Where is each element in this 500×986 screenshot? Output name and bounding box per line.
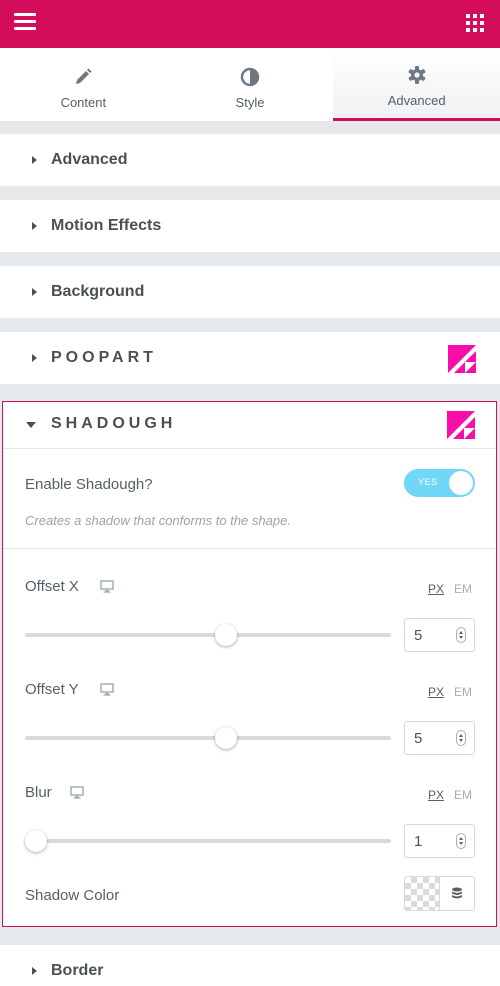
unit-em[interactable]: EM bbox=[454, 582, 472, 596]
tab-content-label: Content bbox=[60, 95, 107, 110]
section-title: POOPART bbox=[51, 349, 157, 366]
offset-y-label: Offset Y bbox=[25, 681, 79, 698]
section-title: SHADOUGH bbox=[51, 415, 177, 432]
section-background: Background bbox=[0, 266, 500, 318]
tab-advanced[interactable]: Advanced bbox=[333, 48, 500, 121]
shadow-color-control bbox=[404, 876, 475, 911]
desktop-responsive-icon[interactable] bbox=[100, 580, 114, 593]
unit-px[interactable]: PX bbox=[428, 685, 444, 699]
section-poopart-header[interactable]: POOPART bbox=[0, 332, 500, 384]
pencil-icon bbox=[76, 68, 92, 84]
section-advanced: Advanced bbox=[0, 134, 500, 186]
unit-px[interactable]: PX bbox=[428, 788, 444, 802]
offset-x-label: Offset X bbox=[25, 578, 79, 595]
widgets-grid-icon[interactable] bbox=[466, 14, 484, 32]
blur-slider[interactable] bbox=[25, 828, 391, 854]
slider-track bbox=[25, 633, 391, 637]
enable-shadough-toggle[interactable]: YES bbox=[404, 469, 475, 497]
section-motion-effects-header[interactable]: Motion Effects bbox=[0, 200, 500, 252]
divider bbox=[3, 548, 496, 549]
editor-top-bar bbox=[0, 0, 500, 48]
slider-handle[interactable] bbox=[25, 830, 47, 852]
caret-right-icon bbox=[32, 222, 37, 230]
caret-right-icon bbox=[32, 354, 37, 362]
half-circle-icon bbox=[240, 67, 260, 87]
desktop-responsive-icon[interactable] bbox=[70, 786, 84, 799]
section-border-header[interactable]: Border bbox=[0, 945, 500, 986]
color-picker-swatch[interactable] bbox=[405, 877, 440, 910]
slider-handle[interactable] bbox=[215, 727, 238, 749]
caret-right-icon bbox=[32, 288, 37, 296]
hamburger-menu-icon[interactable] bbox=[14, 13, 36, 33]
section-poopart: POOPART bbox=[0, 332, 500, 384]
section-shadough: SHADOUGH Enable Shadough? YES Creates a … bbox=[2, 401, 497, 927]
offset-x-value: 5 bbox=[414, 627, 423, 644]
caret-right-icon bbox=[32, 967, 37, 975]
offset-x-input[interactable]: 5 bbox=[404, 618, 475, 652]
shadow-color-label: Shadow Color bbox=[25, 887, 120, 904]
section-title: Advanced bbox=[51, 151, 128, 168]
blur-value: 1 bbox=[414, 833, 423, 850]
enable-shadough-label: Enable Shadough? bbox=[25, 476, 153, 493]
shadough-logo-icon bbox=[447, 411, 475, 439]
unit-px[interactable]: PX bbox=[428, 582, 444, 596]
offset-y-units: PX EM bbox=[428, 685, 472, 699]
gear-icon bbox=[408, 66, 426, 84]
tab-style[interactable]: Style bbox=[167, 48, 334, 121]
blur-input[interactable]: 1 bbox=[404, 824, 475, 858]
blur-units: PX EM bbox=[428, 788, 472, 802]
desktop-responsive-icon[interactable] bbox=[100, 683, 114, 696]
offset-y-value: 5 bbox=[414, 730, 423, 747]
unit-em[interactable]: EM bbox=[454, 685, 472, 699]
tab-style-label: Style bbox=[235, 95, 265, 110]
offset-y-slider[interactable] bbox=[25, 725, 391, 751]
section-border: Border bbox=[0, 945, 500, 986]
tab-advanced-label: Advanced bbox=[387, 93, 446, 108]
shadough-description: Creates a shadow that conforms to the sh… bbox=[25, 513, 291, 528]
offset-x-units: PX EM bbox=[428, 582, 472, 596]
slider-handle[interactable] bbox=[215, 624, 238, 646]
dynamic-tags-button[interactable] bbox=[440, 877, 474, 910]
unit-em[interactable]: EM bbox=[454, 788, 472, 802]
panel-tabs: Content Style Advanced bbox=[0, 48, 500, 121]
section-shadough-header[interactable]: SHADOUGH bbox=[3, 402, 496, 449]
toggle-knob bbox=[449, 471, 473, 495]
spinner-arrows-icon[interactable] bbox=[456, 627, 466, 643]
section-motion-effects: Motion Effects bbox=[0, 200, 500, 252]
slider-track bbox=[25, 839, 391, 843]
tab-content[interactable]: Content bbox=[0, 48, 167, 121]
poopart-logo-icon bbox=[448, 345, 476, 373]
section-title: Background bbox=[51, 283, 145, 300]
offset-y-input[interactable]: 5 bbox=[404, 721, 475, 755]
blur-label: Blur bbox=[25, 784, 52, 801]
slider-track bbox=[25, 736, 391, 740]
spinner-arrows-icon[interactable] bbox=[456, 730, 466, 746]
database-icon bbox=[452, 887, 462, 899]
section-title: Border bbox=[51, 962, 104, 979]
section-title: Motion Effects bbox=[51, 217, 162, 234]
section-advanced-header[interactable]: Advanced bbox=[0, 134, 500, 186]
offset-x-slider[interactable] bbox=[25, 622, 391, 648]
spinner-arrows-icon[interactable] bbox=[456, 833, 466, 849]
toggle-yes-label: YES bbox=[418, 477, 438, 487]
caret-right-icon bbox=[32, 156, 37, 164]
section-background-header[interactable]: Background bbox=[0, 266, 500, 318]
caret-down-icon bbox=[26, 422, 36, 428]
